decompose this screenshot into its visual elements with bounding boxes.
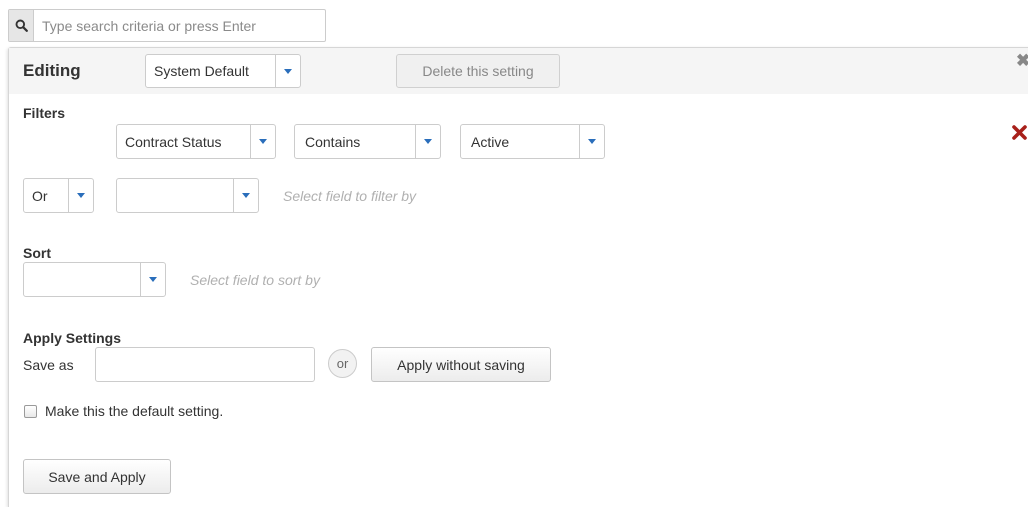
default-setting-label: Make this the default setting. (45, 403, 224, 419)
apply-without-saving-button[interactable]: Apply without saving (371, 347, 551, 382)
filter-conjunction-select[interactable]: Or (23, 178, 94, 213)
save-and-apply-label: Save and Apply (48, 468, 146, 485)
filter-conjunction-arrow[interactable] (68, 179, 93, 212)
editing-label: Editing (23, 61, 81, 80)
filter-value-arrow[interactable] (579, 125, 604, 158)
chevron-down-icon (424, 139, 432, 144)
delete-setting-label: Delete this setting (422, 63, 534, 79)
default-setting-checkbox[interactable] (24, 405, 37, 418)
delete-setting-button[interactable]: Delete this setting (396, 54, 560, 88)
filter-conjunction-value: Or (32, 187, 48, 204)
or-label: or (336, 356, 349, 371)
chevron-down-icon (588, 139, 596, 144)
filter-operator-arrow[interactable] (415, 125, 440, 158)
search-button[interactable] (9, 10, 34, 41)
setting-select-arrow[interactable] (275, 55, 300, 87)
new-filter-field-select[interactable] (116, 178, 259, 213)
save-and-apply-button[interactable]: Save and Apply (23, 459, 171, 494)
chevron-down-icon (149, 277, 157, 282)
filter-field-select[interactable]: Contract Status (116, 124, 276, 159)
filters-title: Filters (23, 105, 66, 121)
filter-field-arrow[interactable] (250, 125, 275, 158)
save-as-input[interactable] (95, 347, 315, 382)
sort-hint: Select field to sort by (190, 272, 320, 288)
setting-select-value: System Default (154, 63, 249, 79)
or-separator: or (328, 349, 357, 378)
chevron-down-icon (284, 68, 292, 74)
filter-value-select[interactable]: Active (460, 124, 605, 159)
search-icon (15, 19, 28, 32)
remove-filter-icon[interactable] (1011, 124, 1028, 141)
setting-select[interactable]: System Default (145, 54, 301, 88)
chevron-down-icon (259, 139, 267, 144)
search-input[interactable] (34, 10, 325, 41)
search-bar (8, 9, 326, 42)
sort-field-arrow[interactable] (140, 263, 165, 296)
filter-settings-panel: Editing System Default Delete this setti… (8, 47, 1028, 507)
save-as-label: Save as (23, 357, 74, 373)
filter-operator-value: Contains (305, 133, 361, 150)
filter-value-value: Active (471, 133, 510, 150)
close-icon[interactable]: ✖ (1016, 51, 1028, 71)
filter-operator-select[interactable]: Contains (294, 124, 441, 159)
filter-hint: Select field to filter by (283, 188, 417, 204)
apply-without-saving-label: Apply without saving (397, 356, 525, 373)
new-filter-field-arrow[interactable] (233, 179, 258, 212)
filter-field-value: Contract Status (125, 133, 222, 150)
apply-settings-title: Apply Settings (23, 330, 122, 346)
sort-field-select[interactable] (23, 262, 166, 297)
sort-title: Sort (23, 245, 51, 261)
chevron-down-icon (77, 193, 85, 198)
panel-header: Editing System Default Delete this setti… (9, 48, 1028, 94)
chevron-down-icon (242, 193, 250, 198)
